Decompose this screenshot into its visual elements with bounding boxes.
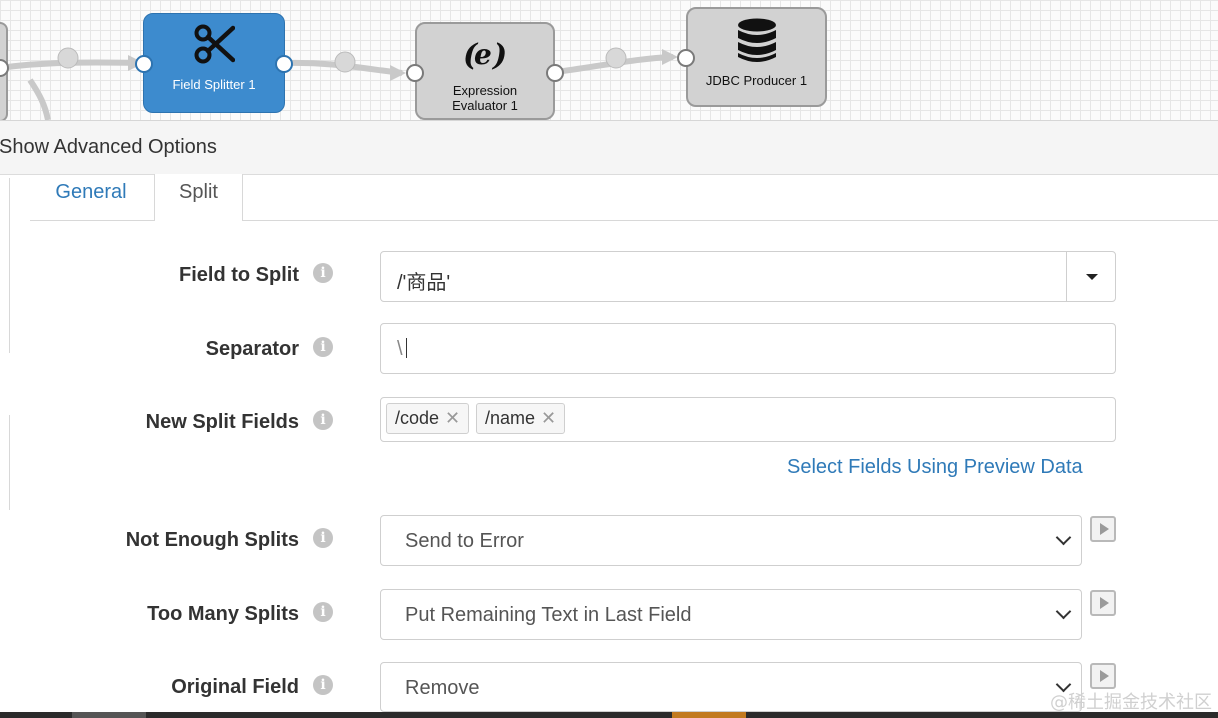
chip-label: /name	[485, 408, 536, 428]
separator-input[interactable]: \	[380, 323, 1116, 374]
evaluate-expression-button[interactable]	[1090, 516, 1116, 542]
separator-value-wrap: \	[397, 338, 407, 361]
new-split-fields-label: New Split Fields	[145, 411, 299, 433]
taskbar-segment	[672, 712, 746, 718]
field-to-split-combobox[interactable]: /'商品'	[380, 251, 1116, 302]
side-panel-border	[9, 178, 10, 353]
svg-text:): )	[491, 38, 507, 72]
not-enough-splits-select[interactable]: Send to Error	[380, 515, 1082, 566]
too-many-splits-label: Too Many Splits	[147, 603, 299, 625]
info-icon[interactable]: i	[313, 675, 333, 695]
text-cursor	[405, 338, 407, 358]
info-icon[interactable]: i	[313, 337, 333, 357]
node-field-splitter[interactable]: Field Splitter 1	[135, 13, 293, 113]
tab-general[interactable]: General	[30, 174, 152, 220]
original-field-select[interactable]: Remove	[380, 662, 1082, 712]
pipeline-canvas[interactable]: Field Splitter 1 ( e ) Expression Evalua…	[0, 0, 1218, 121]
separator-value: \	[397, 338, 403, 360]
new-split-fields-input[interactable]: /code ✕ /name ✕	[380, 397, 1116, 442]
original-field-value: Remove	[405, 677, 480, 699]
node-label: JDBC Producer 1	[705, 73, 808, 88]
not-enough-splits-label: Not Enough Splits	[125, 529, 299, 551]
tab-split[interactable]: Split	[154, 174, 243, 221]
show-advanced-options-toggle[interactable]: Show Advanced Options	[0, 136, 217, 159]
field-to-split-dropdown-button[interactable]	[1066, 252, 1115, 301]
config-tabs: General Split	[30, 174, 1218, 221]
not-enough-splits-value: Send to Error	[405, 530, 524, 552]
evaluate-expression-button[interactable]	[1090, 663, 1116, 689]
remove-chip-icon[interactable]: ✕	[445, 408, 460, 428]
node-label-line1: Expression	[452, 83, 518, 98]
side-panel-border	[9, 415, 10, 510]
caret-down-icon	[1086, 274, 1098, 280]
too-many-splits-value: Put Remaining Text in Last Field	[405, 604, 692, 626]
chevron-down-icon	[1055, 603, 1072, 620]
node-label-line2: Evaluator 1	[452, 98, 518, 113]
database-icon	[736, 18, 778, 67]
select-fields-preview-link[interactable]: Select Fields Using Preview Data	[787, 456, 1083, 479]
split-field-chip: /code ✕	[386, 403, 470, 434]
node-jdbc-producer[interactable]: JDBC Producer 1	[677, 7, 827, 107]
input-port[interactable]	[406, 64, 424, 82]
field-to-split-value: /'商品'	[397, 272, 451, 294]
taskbar-segment	[72, 712, 146, 718]
node-label: Field Splitter 1	[172, 77, 256, 92]
info-icon[interactable]: i	[313, 263, 333, 283]
svg-text:e: e	[474, 38, 492, 71]
info-icon[interactable]: i	[313, 528, 333, 548]
expression-e-icon: ( e )	[459, 38, 511, 75]
taskbar-edge	[0, 712, 1218, 718]
node-expression-evaluator[interactable]: ( e ) Expression Evaluator 1	[406, 22, 564, 120]
separator-label: Separator	[205, 338, 299, 360]
output-port[interactable]	[275, 55, 293, 73]
scissors-icon	[193, 24, 236, 67]
input-port[interactable]	[677, 49, 695, 67]
info-icon[interactable]: i	[313, 410, 333, 430]
evaluate-expression-button[interactable]	[1090, 590, 1116, 616]
field-to-split-label: Field to Split	[179, 264, 299, 286]
original-field-label: Original Field	[171, 676, 299, 698]
input-port[interactable]	[135, 55, 153, 73]
chip-label: /code	[395, 408, 440, 428]
info-icon[interactable]: i	[313, 602, 333, 622]
advanced-options-bar: Show Advanced Options	[0, 121, 1218, 175]
split-field-chip: /name ✕	[476, 403, 566, 434]
chevron-down-icon	[1055, 529, 1072, 546]
too-many-splits-select[interactable]: Put Remaining Text in Last Field	[380, 589, 1082, 640]
remove-chip-icon[interactable]: ✕	[541, 408, 556, 428]
output-port[interactable]	[546, 64, 564, 82]
watermark: @稀土掘金技术社区	[1050, 692, 1212, 713]
